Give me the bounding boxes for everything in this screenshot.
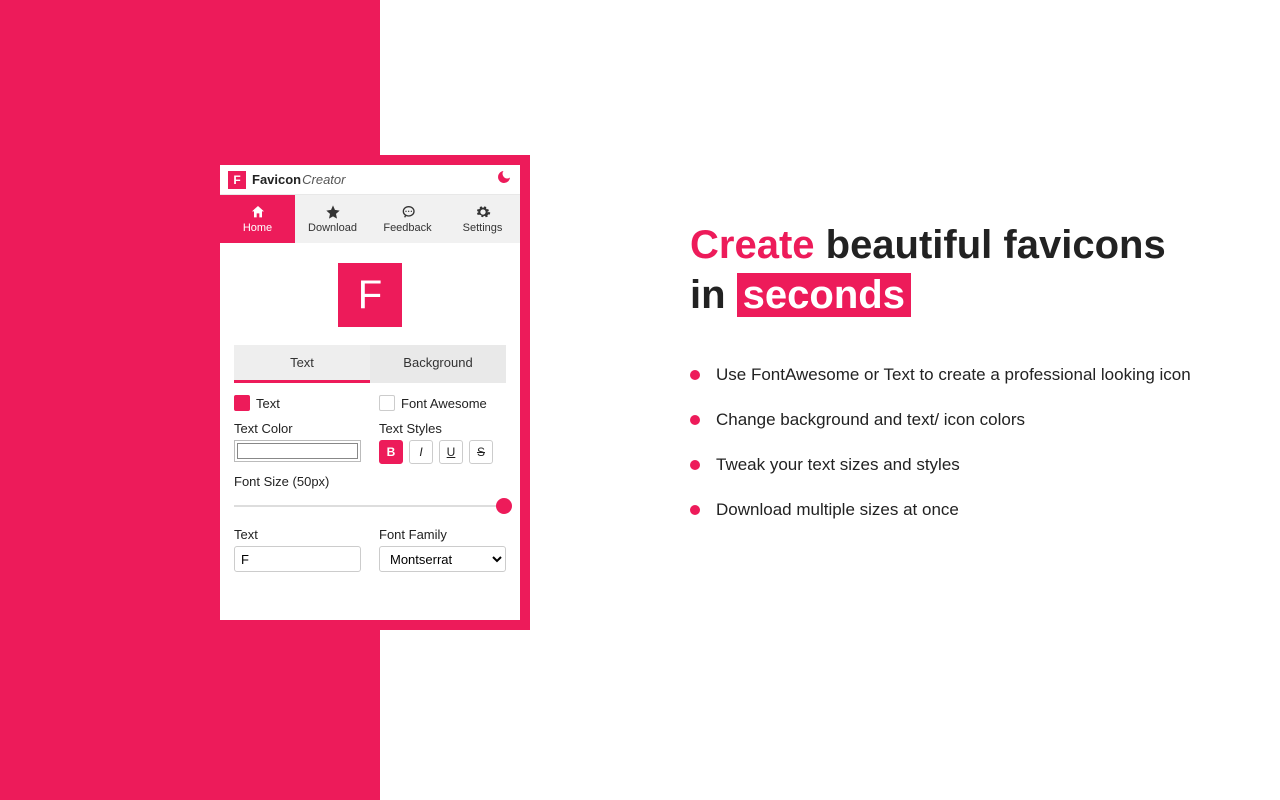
- tab-download[interactable]: Download: [295, 195, 370, 243]
- main-tabs: Home Download Feedback Settings: [220, 195, 520, 243]
- text-color-label: Text Color: [234, 421, 361, 436]
- italic-button[interactable]: I: [409, 440, 433, 464]
- section-tab-background[interactable]: Background: [370, 345, 506, 383]
- tab-home[interactable]: Home: [220, 195, 295, 243]
- favicon-preview: F: [338, 263, 402, 327]
- marketing-panel: Create beautiful favicons in seconds Use…: [690, 220, 1210, 544]
- font-size-slider[interactable]: [234, 497, 506, 515]
- text-styles-label: Text Styles: [379, 421, 506, 436]
- tab-settings-label: Settings: [463, 222, 503, 234]
- checkbox-fontawesome[interactable]: [379, 395, 395, 411]
- headline-seconds: seconds: [737, 273, 911, 317]
- feature-item: Download multiple sizes at once: [690, 499, 1210, 522]
- feature-item: Change background and text/ icon colors: [690, 409, 1210, 432]
- gear-icon: [475, 204, 491, 220]
- font-family-label: Font Family: [379, 527, 506, 542]
- feature-list: Use FontAwesome or Text to create a prof…: [690, 364, 1210, 522]
- dark-mode-toggle[interactable]: [496, 169, 512, 190]
- text-input[interactable]: [234, 546, 361, 572]
- moon-icon: [496, 169, 512, 185]
- slider-thumb[interactable]: [496, 498, 512, 514]
- brand-name-strong: Favicon: [252, 172, 301, 187]
- tab-home-label: Home: [243, 222, 272, 234]
- font-family-select[interactable]: Montserrat: [379, 546, 506, 572]
- chat-icon: [400, 204, 416, 220]
- slider-track: [234, 505, 506, 507]
- headline-create: Create: [690, 223, 815, 267]
- text-input-label: Text: [234, 527, 361, 542]
- app-window: F Favicon Creator Home Download Feedback: [210, 155, 530, 630]
- option-fontawesome[interactable]: Font Awesome: [379, 395, 506, 411]
- option-fontawesome-label: Font Awesome: [401, 396, 487, 411]
- brand-name-italic: Creator: [302, 172, 345, 187]
- option-text[interactable]: Text: [234, 395, 361, 411]
- app-logo: F: [228, 171, 246, 189]
- option-text-label: Text: [256, 396, 280, 411]
- strikethrough-button[interactable]: S: [469, 440, 493, 464]
- tab-download-label: Download: [308, 222, 357, 234]
- section-tab-text[interactable]: Text: [234, 345, 370, 383]
- section-tabs: Text Background: [234, 345, 506, 383]
- text-style-buttons: B I U S: [379, 440, 506, 464]
- tab-feedback[interactable]: Feedback: [370, 195, 445, 243]
- color-swatch: [237, 443, 358, 459]
- app-inner: F Favicon Creator Home Download Feedback: [220, 165, 520, 620]
- feature-item: Use FontAwesome or Text to create a prof…: [690, 364, 1210, 387]
- tab-settings[interactable]: Settings: [445, 195, 520, 243]
- font-size-label: Font Size (50px): [234, 474, 506, 489]
- tab-feedback-label: Feedback: [383, 222, 431, 234]
- underline-button[interactable]: U: [439, 440, 463, 464]
- text-color-input[interactable]: [234, 440, 361, 462]
- app-header: F Favicon Creator: [220, 165, 520, 195]
- feature-item: Tweak your text sizes and styles: [690, 454, 1210, 477]
- text-form: Text Font Awesome Text Color Text Styles: [220, 383, 520, 582]
- preview-area: F: [220, 243, 520, 345]
- headline: Create beautiful favicons in seconds: [690, 220, 1210, 320]
- star-icon: [325, 204, 341, 220]
- bold-button[interactable]: B: [379, 440, 403, 464]
- home-icon: [250, 204, 266, 220]
- checkbox-text[interactable]: [234, 395, 250, 411]
